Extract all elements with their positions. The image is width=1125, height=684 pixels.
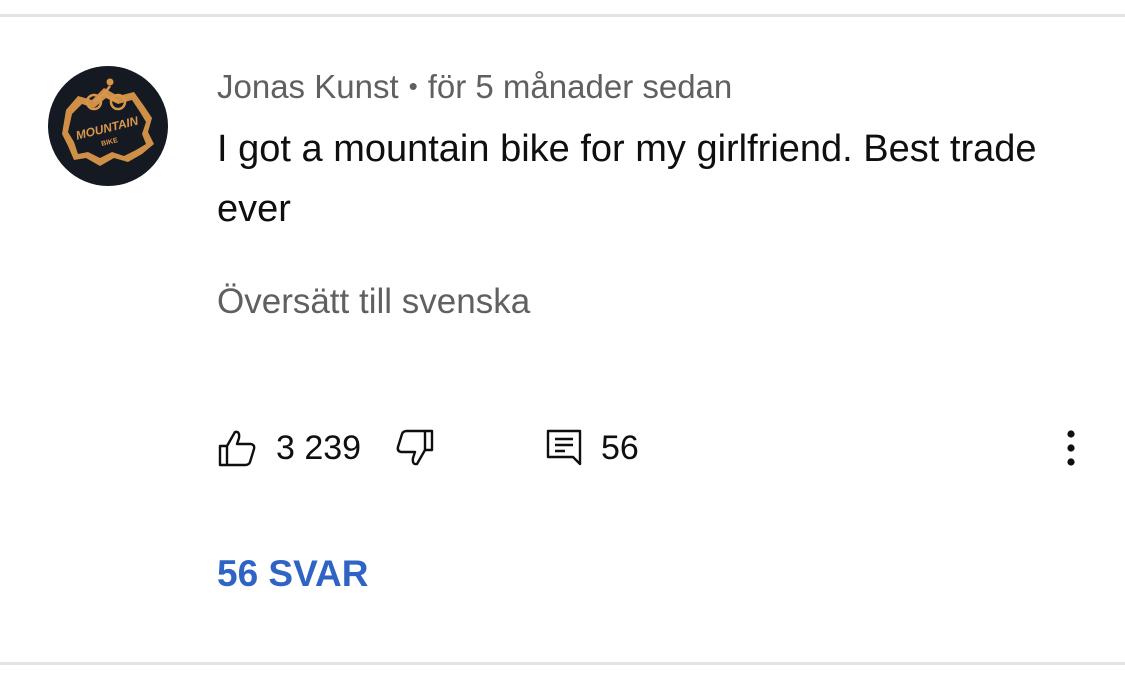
comment-actions: 3 239 56 (217, 420, 1097, 476)
mountain-bike-logo-icon: MOUNTAIN BIKE (62, 78, 154, 166)
thumb-up-icon[interactable] (217, 428, 257, 468)
comment: Jonas Kunst • för 5 månader sedan I got a … (217, 62, 1077, 239)
view-replies-button[interactable]: 56 SVAR (217, 550, 369, 598)
translate-link[interactable]: Översätt till svenska (217, 280, 530, 324)
comment-meta: Jonas Kunst • för 5 månader sedan (217, 62, 1077, 111)
like-count: 3 239 (276, 429, 362, 467)
reply-count[interactable]: 56 (601, 426, 639, 470)
thumb-down-icon[interactable] (395, 428, 435, 468)
comment-text: I got a mountain bike for my girlfriend.… (217, 128, 1037, 230)
comment-timestamp[interactable]: för 5 månader sedan (428, 68, 733, 105)
top-divider (0, 14, 1125, 17)
comment-icon[interactable] (545, 428, 585, 468)
avatar[interactable]: MOUNTAIN BIKE (48, 66, 168, 186)
meta-separator: • (408, 71, 418, 101)
more-vert-icon[interactable] (1057, 426, 1085, 470)
author-name[interactable]: Jonas Kunst (217, 68, 399, 105)
bottom-divider (0, 662, 1125, 665)
